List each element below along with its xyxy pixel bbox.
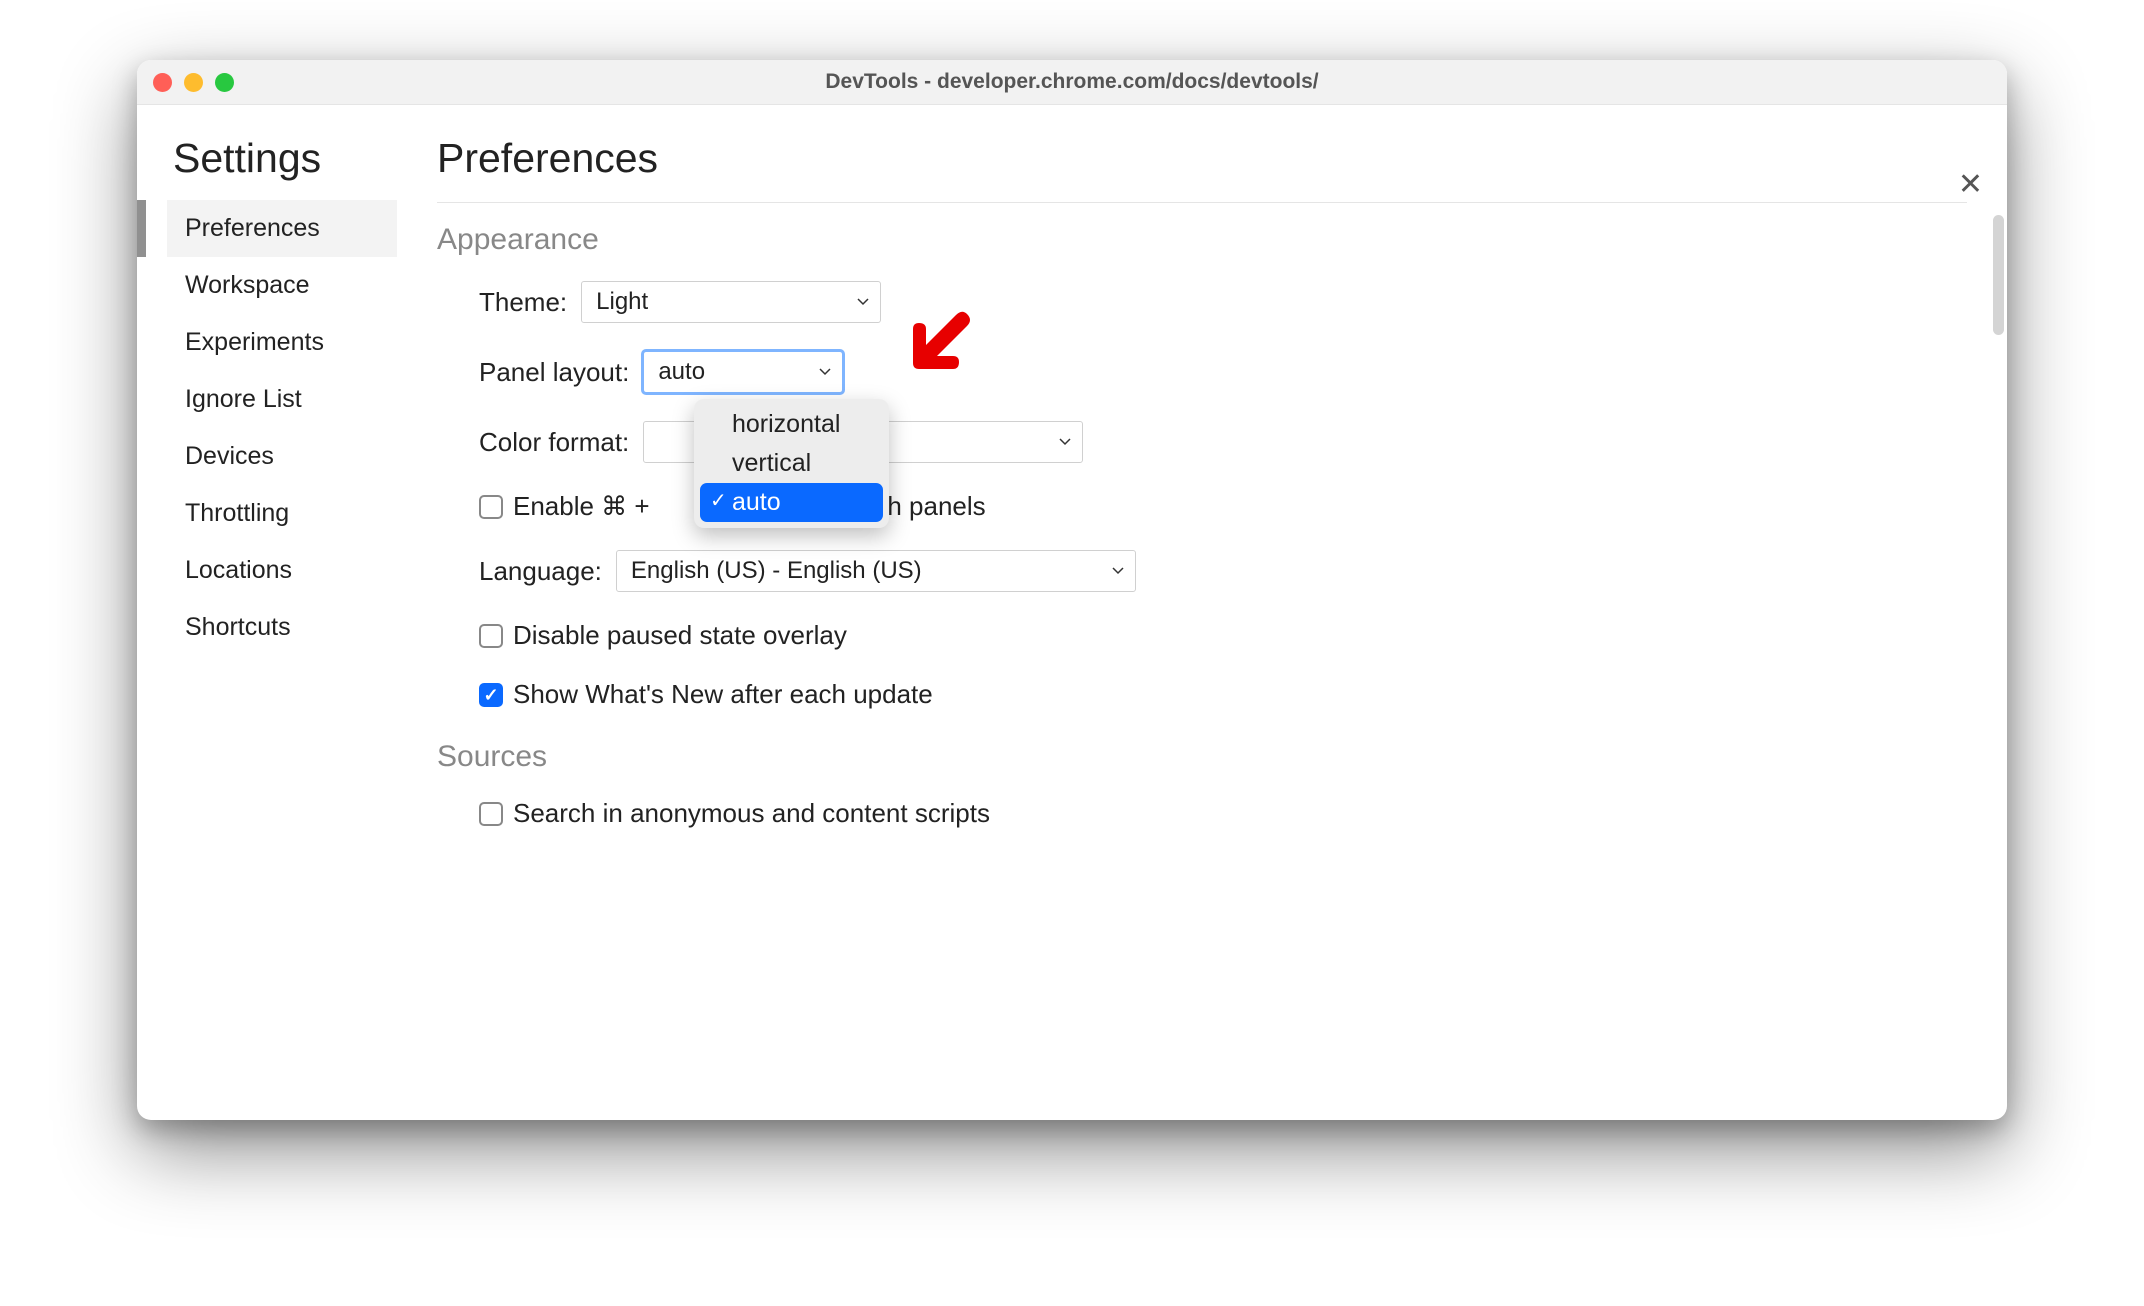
- sidebar-item-experiments[interactable]: Experiments: [167, 314, 397, 371]
- sources-section-title: Sources: [437, 740, 1967, 774]
- chevron-down-icon: [1059, 438, 1071, 446]
- disable-paused-checkbox[interactable]: [479, 624, 503, 648]
- shortcut-switch-panels-checkbox[interactable]: [479, 495, 503, 519]
- panel-layout-select[interactable]: auto: [643, 351, 843, 393]
- appearance-section-title: Appearance: [437, 223, 1967, 257]
- maximize-window-button[interactable]: [215, 73, 234, 92]
- sidebar-item-label: Devices: [185, 442, 274, 470]
- disable-paused-row: Disable paused state overlay: [479, 620, 1967, 651]
- sidebar-item-workspace[interactable]: Workspace: [167, 257, 397, 314]
- window-title: DevTools - developer.chrome.com/docs/dev…: [137, 70, 2007, 94]
- arrow-annotation-icon: [909, 309, 979, 384]
- sidebar-item-preferences[interactable]: Preferences: [167, 200, 397, 257]
- dropdown-item-label: auto: [732, 488, 781, 516]
- close-window-button[interactable]: [153, 73, 172, 92]
- theme-row: Theme: Light: [479, 281, 1967, 323]
- sidebar-item-label: Preferences: [185, 214, 320, 242]
- panel-layout-label: Panel layout:: [479, 357, 629, 388]
- theme-select-value: Light: [596, 288, 648, 316]
- settings-sidebar: Settings Preferences Workspace Experimen…: [137, 105, 397, 1120]
- disable-paused-label: Disable paused state overlay: [513, 620, 847, 651]
- page-title: Preferences: [437, 135, 1967, 202]
- panel-layout-dropdown: horizontal vertical auto: [694, 399, 889, 528]
- theme-label: Theme:: [479, 287, 567, 318]
- search-anon-label: Search in anonymous and content scripts: [513, 798, 990, 829]
- shortcut-label-prefix: Enable ⌘ +: [513, 491, 650, 522]
- sidebar-item-label: Workspace: [185, 271, 310, 299]
- sidebar-item-label: Locations: [185, 556, 292, 584]
- dropdown-item-label: vertical: [732, 449, 811, 477]
- language-row: Language: English (US) - English (US): [479, 550, 1967, 592]
- scrollbar[interactable]: [1993, 215, 2004, 335]
- sidebar-item-label: Throttling: [185, 499, 289, 527]
- settings-main: Preferences Appearance Theme: Light Pane…: [397, 105, 2007, 1120]
- panel-layout-option-auto[interactable]: auto: [700, 483, 883, 522]
- theme-select[interactable]: Light: [581, 281, 881, 323]
- sidebar-item-throttling[interactable]: Throttling: [167, 485, 397, 542]
- panel-layout-option-horizontal[interactable]: horizontal: [700, 405, 883, 444]
- divider: [437, 202, 1967, 203]
- chevron-down-icon: [857, 298, 869, 306]
- panel-layout-row: Panel layout: auto horizontal vertical a…: [479, 351, 1967, 393]
- close-icon[interactable]: ✕: [1958, 170, 1983, 200]
- sidebar-item-devices[interactable]: Devices: [167, 428, 397, 485]
- chevron-down-icon: [819, 368, 831, 376]
- language-select-value: English (US) - English (US): [631, 557, 922, 585]
- chevron-down-icon: [1112, 567, 1124, 575]
- sidebar-item-label: Experiments: [185, 328, 324, 356]
- sidebar-item-ignore-list[interactable]: Ignore List: [167, 371, 397, 428]
- search-anon-row: Search in anonymous and content scripts: [479, 798, 1967, 829]
- sidebar-item-locations[interactable]: Locations: [167, 542, 397, 599]
- devtools-window: DevTools - developer.chrome.com/docs/dev…: [137, 60, 2007, 1120]
- traffic-lights: [153, 73, 234, 92]
- minimize-window-button[interactable]: [184, 73, 203, 92]
- whats-new-checkbox[interactable]: [479, 683, 503, 707]
- color-format-label: Color format:: [479, 427, 629, 458]
- language-label: Language:: [479, 556, 602, 587]
- dropdown-item-label: horizontal: [732, 410, 840, 438]
- sidebar-item-label: Shortcuts: [185, 613, 291, 641]
- whats-new-label: Show What's New after each update: [513, 679, 933, 710]
- panel-layout-select-value: auto: [658, 358, 705, 386]
- sidebar-item-label: Ignore List: [185, 385, 302, 413]
- window-titlebar: DevTools - developer.chrome.com/docs/dev…: [137, 60, 2007, 105]
- search-anon-checkbox[interactable]: [479, 802, 503, 826]
- language-select[interactable]: English (US) - English (US): [616, 550, 1136, 592]
- sidebar-title: Settings: [167, 135, 397, 200]
- panel-layout-option-vertical[interactable]: vertical: [700, 444, 883, 483]
- whats-new-row: Show What's New after each update: [479, 679, 1967, 710]
- settings-content: ✕ Settings Preferences Workspace Experim…: [137, 105, 2007, 1120]
- sidebar-item-shortcuts[interactable]: Shortcuts: [167, 599, 397, 656]
